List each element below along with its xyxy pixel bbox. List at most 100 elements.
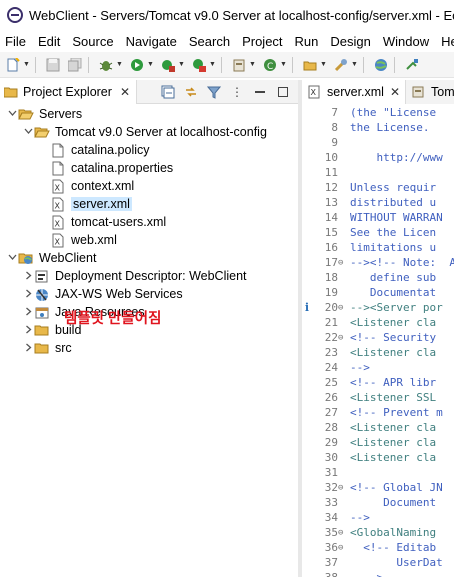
- new-icon[interactable]: [4, 56, 22, 74]
- tab-project-explorer[interactable]: Project Explorer ✕: [0, 79, 137, 104]
- code-line: 36 ⊖ <!-- Editab: [302, 540, 454, 555]
- maximize-icon[interactable]: [274, 83, 292, 101]
- tree-item[interactable]: src: [22, 339, 72, 357]
- tree-item[interactable]: Xserver.xml: [38, 195, 132, 213]
- tree-item[interactable]: WebClient: [6, 249, 96, 267]
- open-type-dropdown-icon[interactable]: ▼: [320, 61, 328, 68]
- tree-item[interactable]: catalina.properties: [38, 159, 173, 177]
- code-text: Unless requir: [350, 181, 437, 194]
- code-line: 13 distributed u: [302, 195, 454, 210]
- run-external-dropdown-icon[interactable]: ▼: [178, 61, 186, 68]
- debug-icon[interactable]: [97, 56, 115, 74]
- expand-arrow-icon[interactable]: [22, 127, 34, 138]
- tree-item-label: catalina.policy: [71, 143, 150, 157]
- open-type-icon[interactable]: [301, 56, 319, 74]
- code-text: Documentat: [350, 286, 437, 299]
- link-with-editor-icon[interactable]: [182, 83, 200, 101]
- tree-item[interactable]: JAX-WS Web Services: [22, 285, 183, 303]
- run-external-icon[interactable]: [159, 56, 177, 74]
- fold-toggle-icon[interactable]: ⊖: [338, 528, 348, 538]
- tree-item-label: Deployment Descriptor: WebClient: [55, 269, 247, 283]
- coverage-icon[interactable]: [190, 56, 208, 74]
- search-dropdown-icon[interactable]: ▼: [351, 61, 359, 68]
- menu-edit[interactable]: Edit: [32, 34, 66, 49]
- line-number: 9: [331, 136, 338, 149]
- toolbar-separator: [221, 56, 222, 73]
- tree-item[interactable]: Xweb.xml: [38, 231, 117, 249]
- line-number: 32: [324, 481, 338, 494]
- web-services-icon: [34, 286, 50, 302]
- collapse-all-icon[interactable]: [159, 83, 177, 101]
- code-text: --><Server por: [350, 301, 443, 314]
- collapse-arrow-icon[interactable]: [22, 289, 34, 300]
- coverage-dropdown-icon[interactable]: ▼: [209, 61, 217, 68]
- svg-text:X: X: [55, 219, 61, 228]
- new-server-icon[interactable]: [230, 56, 248, 74]
- menu-source[interactable]: Source: [66, 34, 119, 49]
- collapse-arrow-icon[interactable]: [22, 307, 34, 318]
- new-dropdown-icon[interactable]: ▼: [23, 61, 31, 68]
- menu-help[interactable]: Help: [435, 34, 454, 49]
- fold-toggle-icon[interactable]: ⊖: [338, 258, 348, 268]
- tree-item[interactable]: Servers: [6, 105, 82, 123]
- code-text: <Listener SSL: [350, 391, 437, 404]
- menu-file[interactable]: File: [0, 34, 32, 49]
- expand-arrow-icon[interactable]: [6, 109, 18, 120]
- project-explorer-tab-label: Project Explorer: [23, 84, 112, 99]
- debug-dropdown-icon[interactable]: ▼: [116, 61, 124, 68]
- line-number: 8: [331, 121, 338, 134]
- tree-item[interactable]: catalina.policy: [38, 141, 150, 159]
- fold-toggle-icon[interactable]: ⊖: [338, 333, 348, 343]
- collapse-arrow-icon[interactable]: [22, 271, 34, 282]
- xml-file-icon: X: [50, 214, 66, 230]
- new-java-class-icon[interactable]: C: [261, 56, 279, 74]
- collapse-arrow-icon[interactable]: [22, 325, 34, 336]
- toolbar-separator: [292, 56, 293, 73]
- line-number: 26: [324, 391, 338, 404]
- filter-icon[interactable]: [205, 83, 223, 101]
- external-tools-icon[interactable]: [403, 56, 421, 74]
- menu-run[interactable]: Run: [289, 34, 325, 49]
- new-server-dropdown-icon[interactable]: ▼: [249, 61, 257, 68]
- code-line: 21 <Listener cla: [302, 315, 454, 330]
- line-number: 18: [324, 271, 338, 284]
- close-icon[interactable]: ✕: [120, 85, 130, 99]
- line-number: 11: [324, 166, 338, 179]
- save-icon[interactable]: [44, 56, 62, 74]
- run-dropdown-icon[interactable]: ▼: [147, 61, 155, 68]
- tree-item[interactable]: Deployment Descriptor: WebClient: [22, 267, 247, 285]
- xml-file-icon: X: [306, 84, 322, 100]
- code-text: --><!-- Note: A: [350, 256, 454, 269]
- save-all-icon[interactable]: [66, 56, 84, 74]
- code-text: -->: [350, 511, 370, 524]
- minimize-icon[interactable]: [251, 83, 269, 101]
- menu-project[interactable]: Project: [236, 34, 288, 49]
- fold-toggle-icon[interactable]: ⊖: [338, 483, 348, 493]
- xml-file-icon: X: [50, 196, 66, 212]
- menu-search[interactable]: Search: [183, 34, 236, 49]
- close-icon[interactable]: ✕: [390, 85, 400, 99]
- menu-navigate[interactable]: Navigate: [120, 34, 183, 49]
- window-title: WebClient - Servers/Tomcat v9.0 Server a…: [29, 7, 454, 23]
- view-menu-icon[interactable]: ⋮: [228, 83, 246, 101]
- search-icon[interactable]: [332, 56, 350, 74]
- code-line: 10 http://www: [302, 150, 454, 165]
- tree-item[interactable]: Xtomcat-users.xml: [38, 213, 166, 231]
- tree-item[interactable]: Tomcat v9.0 Server at localhost-config: [22, 123, 267, 141]
- fold-toggle-icon[interactable]: ⊖: [338, 543, 348, 553]
- tab-tomcat[interactable]: Tom: [406, 80, 454, 104]
- tab-server-xml[interactable]: X server.xml ✕: [302, 80, 407, 104]
- expand-arrow-icon[interactable]: [6, 253, 18, 264]
- tree-item[interactable]: Xcontext.xml: [38, 177, 134, 195]
- info-marker-icon[interactable]: i: [302, 301, 312, 314]
- tab-label: server.xml: [327, 84, 384, 99]
- run-icon[interactable]: [128, 56, 146, 74]
- line-number: 30: [324, 451, 338, 464]
- globe-icon[interactable]: [372, 56, 390, 74]
- code-text: -->: [348, 571, 383, 577]
- menu-design[interactable]: Design: [324, 34, 376, 49]
- new-java-class-dropdown-icon[interactable]: ▼: [280, 61, 288, 68]
- menu-window[interactable]: Window: [377, 34, 435, 49]
- collapse-arrow-icon[interactable]: [22, 343, 34, 354]
- fold-toggle-icon[interactable]: ⊖: [338, 303, 348, 313]
